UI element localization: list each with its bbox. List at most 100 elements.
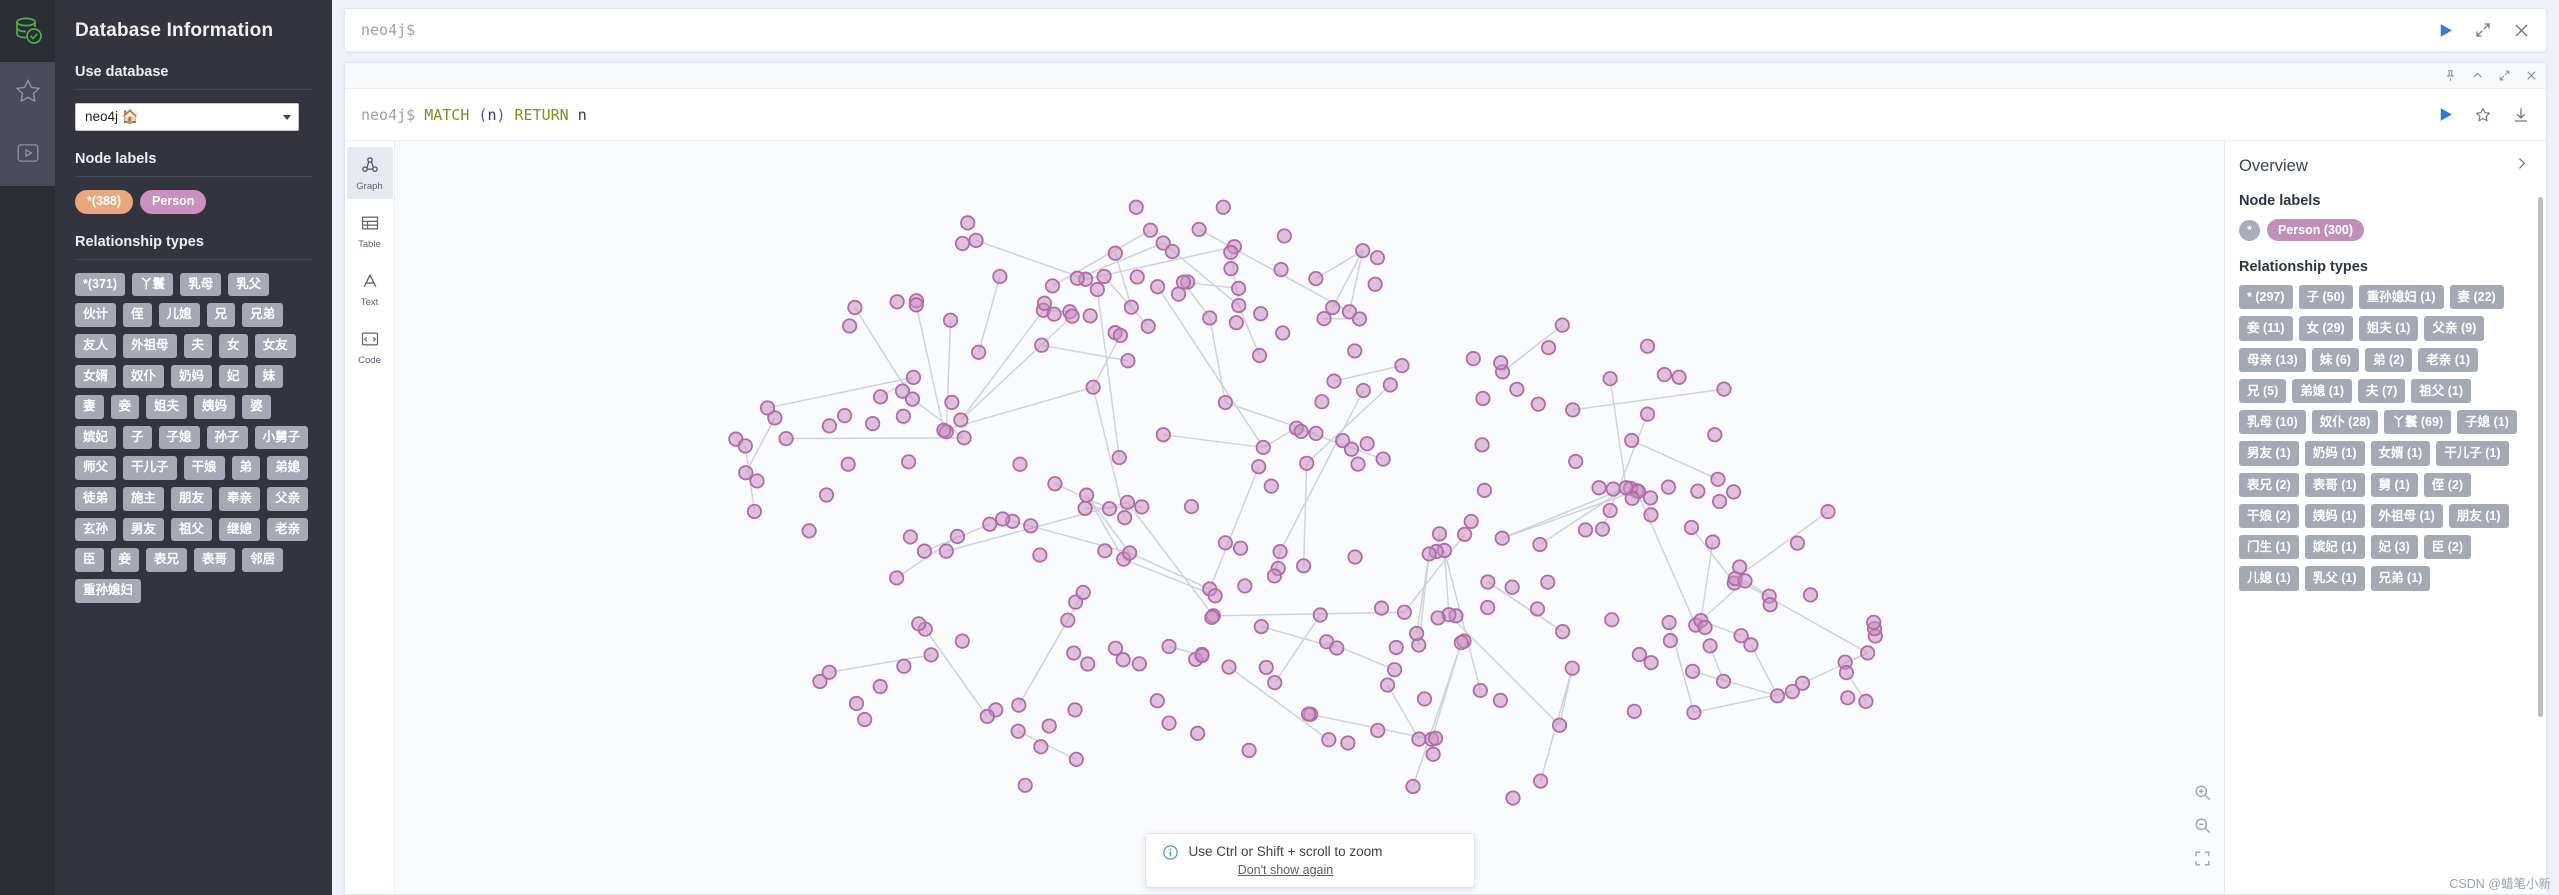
tab-table[interactable]: Table xyxy=(347,205,393,257)
overview-relationship-chip[interactable]: * (297) xyxy=(2239,285,2293,310)
graph-node[interactable] xyxy=(1355,382,1371,399)
overview-relationship-chip[interactable]: 儿媳 (1) xyxy=(2239,566,2299,591)
expand-editor-button[interactable] xyxy=(2464,11,2502,49)
graph-node[interactable] xyxy=(1602,371,1618,387)
graph-node[interactable] xyxy=(1228,315,1244,331)
close-editor-button[interactable] xyxy=(2502,11,2540,49)
graph-node[interactable] xyxy=(979,708,995,724)
graph-node[interactable] xyxy=(956,430,972,446)
graph-node[interactable] xyxy=(1119,494,1136,510)
relationship-type-chip[interactable]: 兄 xyxy=(206,303,236,327)
graph-node[interactable] xyxy=(1175,274,1192,290)
graph-node[interactable] xyxy=(872,389,889,405)
graph-node[interactable] xyxy=(1409,625,1425,642)
cypher-editor-bar[interactable]: neo4j$ xyxy=(344,8,2547,52)
graph-node[interactable] xyxy=(840,456,856,472)
graph-node[interactable] xyxy=(1858,693,1874,709)
graph-node[interactable] xyxy=(1033,739,1049,755)
graph-node[interactable] xyxy=(1232,540,1249,556)
graph-node[interactable] xyxy=(1662,633,1678,649)
graph-node[interactable] xyxy=(1215,199,1231,215)
graph-node[interactable] xyxy=(821,664,837,680)
graph-node[interactable] xyxy=(1737,573,1753,589)
graph-node[interactable] xyxy=(737,438,753,454)
graph-node[interactable] xyxy=(1077,500,1093,516)
graph-node[interactable] xyxy=(1866,614,1882,630)
graph-node[interactable] xyxy=(1107,245,1123,261)
graph-node[interactable] xyxy=(847,299,863,316)
graph-node[interactable] xyxy=(1140,318,1156,334)
graph-node[interactable] xyxy=(1326,373,1342,389)
graph-node[interactable] xyxy=(1564,660,1580,676)
graph-node[interactable] xyxy=(1300,706,1317,722)
graph-node[interactable] xyxy=(746,503,763,520)
overview-relationship-chip[interactable]: 乳父 (1) xyxy=(2304,566,2365,591)
graph-node[interactable] xyxy=(1255,439,1271,456)
overview-relationship-chip[interactable]: 弟 (2) xyxy=(2364,347,2413,372)
relationship-type-chip[interactable]: 臣 xyxy=(75,548,104,572)
relationship-type-chip[interactable]: 友人 xyxy=(75,333,117,358)
graph-node[interactable] xyxy=(1080,656,1096,672)
graph-node[interactable] xyxy=(938,543,954,559)
graph-node[interactable] xyxy=(1308,425,1324,441)
graph-node[interactable] xyxy=(749,473,765,489)
graph-node[interactable] xyxy=(1266,568,1282,584)
relationship-type-chip[interactable]: 乳父 xyxy=(228,272,270,297)
relationship-type-chip[interactable]: 施主 xyxy=(123,487,165,511)
graph-node[interactable] xyxy=(1661,614,1677,631)
graph-node[interactable] xyxy=(1529,601,1546,617)
graph-node[interactable] xyxy=(865,416,881,432)
overview-relationship-chip[interactable]: 重孙媳妇 (1) xyxy=(2358,285,2444,310)
graph-node[interactable] xyxy=(759,400,776,416)
graph-node[interactable] xyxy=(1089,281,1105,298)
overview-relationship-chip[interactable]: 朋友 (1) xyxy=(2448,503,2509,528)
overview-relationship-chip[interactable]: 侄 (2) xyxy=(2423,472,2472,497)
graph-node[interactable] xyxy=(1251,347,1268,364)
graph-node[interactable] xyxy=(1702,638,1718,654)
overview-relationship-chip[interactable]: 干娘 (2) xyxy=(2239,503,2299,528)
overview-relationship-chip[interactable]: 乳母 (10) xyxy=(2239,410,2306,435)
graph-node[interactable] xyxy=(1097,543,1113,559)
graph-node[interactable] xyxy=(1351,311,1368,327)
dont-show-again-link[interactable]: Don't show again xyxy=(1189,863,1383,877)
relationship-type-chip[interactable]: 子 xyxy=(123,425,152,450)
graph-node[interactable] xyxy=(1707,427,1723,443)
graph-node[interactable] xyxy=(1396,604,1412,620)
relationship-type-chip[interactable]: 妹 xyxy=(254,364,284,389)
graph-node[interactable] xyxy=(960,215,976,231)
graph-node[interactable] xyxy=(1656,367,1672,383)
node-label-chip[interactable]: Person xyxy=(140,190,207,214)
graph-node[interactable] xyxy=(1217,535,1233,551)
graph-node[interactable] xyxy=(1101,501,1118,517)
graph-node[interactable] xyxy=(902,529,918,545)
graph-node[interactable] xyxy=(1046,306,1062,322)
overview-relationship-chip[interactable]: 兄弟 (1) xyxy=(2370,566,2431,591)
graph-node[interactable] xyxy=(936,422,952,438)
graph-node[interactable] xyxy=(1263,478,1279,494)
graph-node[interactable] xyxy=(1068,751,1084,767)
close-icon[interactable] xyxy=(2525,69,2538,82)
graph-node[interactable] xyxy=(1347,343,1363,359)
tab-text[interactable]: Text xyxy=(347,263,393,315)
graph-node[interactable] xyxy=(923,647,939,663)
graph-node[interactable] xyxy=(1604,612,1620,628)
graph-node[interactable] xyxy=(1036,295,1053,311)
pin-icon[interactable] xyxy=(2444,69,2457,82)
graph-node[interactable] xyxy=(889,570,905,586)
relationship-type-chip[interactable]: 嫔妃 xyxy=(75,425,117,450)
relationship-type-chip[interactable]: 表兄 xyxy=(146,548,188,572)
overview-relationship-chip[interactable]: 表哥 (1) xyxy=(2304,472,2365,497)
graph-node[interactable] xyxy=(1223,261,1239,277)
overview-relationship-chip[interactable]: 门生 (1) xyxy=(2239,535,2299,560)
graph-node[interactable] xyxy=(1123,299,1139,315)
graph-node[interactable] xyxy=(1494,530,1510,546)
graph-node[interactable] xyxy=(1840,690,1856,706)
overview-relationship-chip[interactable]: 奶妈 (1) xyxy=(2304,441,2365,466)
save-favorite-button[interactable] xyxy=(2464,96,2502,134)
graph-node[interactable] xyxy=(1111,449,1127,466)
graph-node[interactable] xyxy=(1149,693,1165,709)
graph-node[interactable] xyxy=(1044,278,1061,294)
graph-node[interactable] xyxy=(1509,381,1525,397)
graph-node[interactable] xyxy=(1480,574,1496,590)
graph-node[interactable] xyxy=(1690,483,1706,499)
